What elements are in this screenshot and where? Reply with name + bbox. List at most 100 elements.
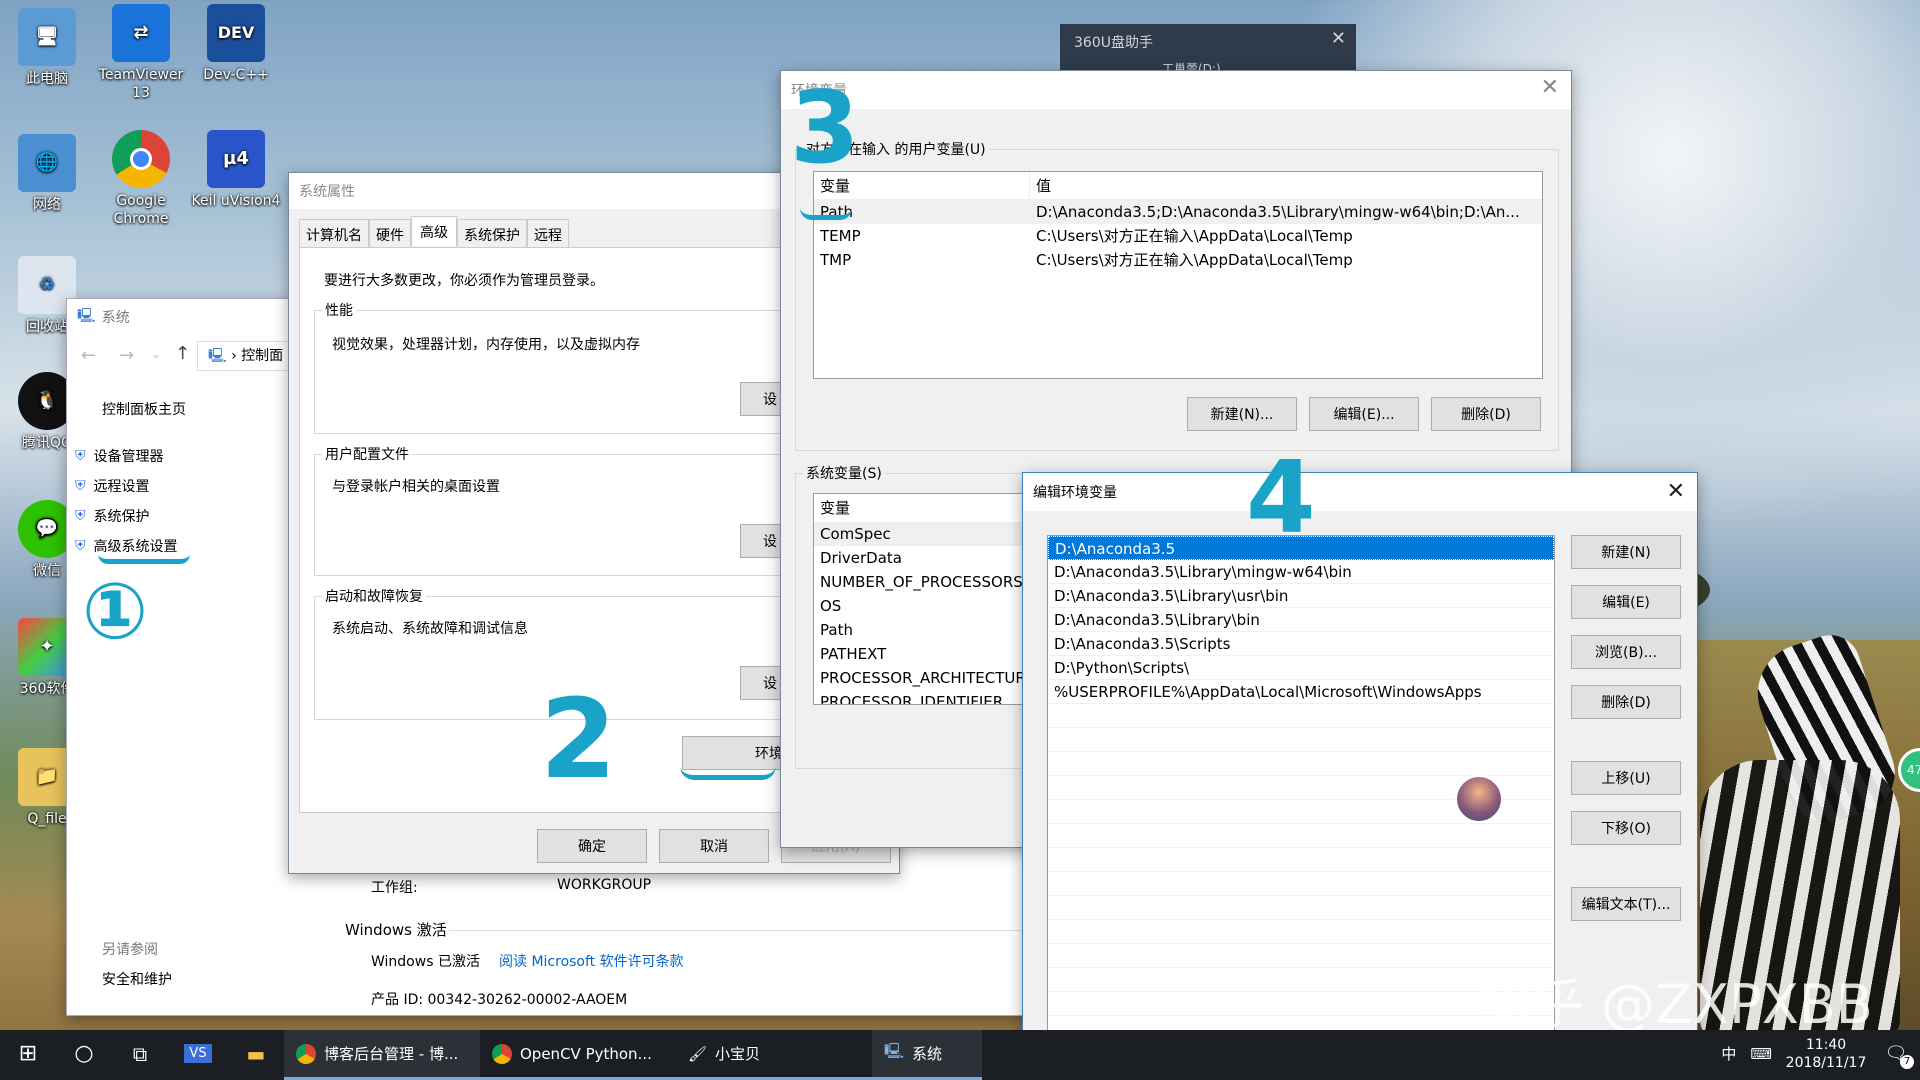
annotation-underline <box>800 208 852 220</box>
taskbar-item-label: 小宝贝 <box>715 1045 761 1063</box>
task-view-button[interactable]: ⧉ <box>112 1030 168 1080</box>
column-header-value[interactable]: 值 <box>1030 172 1051 199</box>
user-delete-button[interactable]: 删除(D) <box>1431 397 1541 431</box>
clock-date: 2018/11/17 <box>1785 1054 1867 1071</box>
clock-time: 11:40 <box>1805 1036 1847 1053</box>
up-arrow-icon[interactable]: ↑ <box>175 343 190 364</box>
network-icon: 🌐 <box>18 134 76 192</box>
start-button[interactable]: ⊞ <box>0 1030 56 1080</box>
close-icon[interactable]: ✕ <box>1331 28 1346 49</box>
sidebar-item-remote[interactable]: ⛨ 远程设置 <box>75 471 178 501</box>
taskbar-item-opencv[interactable]: OpenCV Python... <box>480 1030 676 1080</box>
forward-arrow-icon[interactable]: → <box>119 345 134 366</box>
folder-icon: ▬ <box>246 1041 266 1066</box>
list-item[interactable]: D:\Anaconda3.5\Library\usr\bin <box>1048 584 1554 608</box>
sidebar-links: ⛨ 设备管理器 ⛨ 远程设置 ⛨ 系统保护 ⛨ 高级系统设置 <box>75 441 178 561</box>
list-item[interactable]: %USERPROFILE%\AppData\Local\Microsoft\Wi… <box>1048 680 1554 704</box>
chrome-icon <box>492 1043 512 1064</box>
profile-label: 用户配置文件 <box>322 444 412 464</box>
avatar[interactable] <box>1455 775 1503 823</box>
system-title: 系统 <box>101 310 130 326</box>
ok-button[interactable]: 确定 <box>537 829 647 863</box>
shield-icon: ⛨ <box>75 538 86 554</box>
back-arrow-icon[interactable]: ← <box>81 345 96 366</box>
keil-icon: µ4 <box>207 130 265 188</box>
taskbar-item-xiaobaobei[interactable]: 🖌 小宝贝 <box>676 1030 872 1080</box>
popup-360[interactable]: 360U盘助手 ✕ 工巢蕾(D:) <box>1060 24 1356 76</box>
desktop-icon-label: 腾讯QQ <box>21 435 73 451</box>
annotation-step-1: ① <box>82 567 149 657</box>
annotation-step-2: 2 <box>540 675 617 803</box>
desktop-icon-label: Keil uVision4 <box>191 193 281 209</box>
annotation-underline <box>98 554 190 564</box>
move-up-button[interactable]: 上移(U) <box>1571 761 1681 795</box>
var-value: C:\Users\对方正在输入\AppData\Local\Temp <box>1036 251 1353 269</box>
chrome-icon <box>296 1043 316 1064</box>
user-vars-list[interactable]: 变量 值 Path D:\Anaconda3.5;D:\Anaconda3.5\L… <box>813 171 1543 379</box>
action-center-button[interactable]: 🗨 7 <box>1872 1030 1920 1080</box>
desktop-icon-devcpp[interactable]: DEV Dev-C++ <box>186 4 286 84</box>
tab-advanced[interactable]: 高级 <box>411 216 457 246</box>
vs-taskbar-button[interactable]: VS <box>168 1030 228 1080</box>
chrome-icon <box>112 130 170 188</box>
monitor-icon: 🖳 <box>884 1042 905 1060</box>
teamviewer-icon: ⇄ <box>112 4 170 62</box>
desktop-icon-this-pc[interactable]: 🖥 此电脑 <box>0 8 97 88</box>
desktop-icon-network[interactable]: 🌐 网络 <box>0 134 97 214</box>
entry-edit-button[interactable]: 编辑(E) <box>1571 585 1681 619</box>
taskbar-item-blog[interactable]: 博客后台管理 - 博... <box>284 1030 480 1080</box>
taskbar-item-label: OpenCV Python... <box>520 1044 652 1063</box>
var-value: D:\Anaconda3.5;D:\Anaconda3.5\Library\mi… <box>1036 203 1520 221</box>
desktop-icon-label: 回收站 <box>26 319 68 335</box>
list-item[interactable]: D:\Python\Scripts\ <box>1048 656 1554 680</box>
entry-browse-button[interactable]: 浏览(B)... <box>1571 635 1681 669</box>
edit-text-button[interactable]: 编辑文本(T)... <box>1571 887 1681 921</box>
list-item[interactable]: D:\Anaconda3.5\Scripts <box>1048 632 1554 656</box>
desktop-icon-teamviewer[interactable]: ⇄ TeamViewer 13 <box>91 4 191 102</box>
sidebar-item-protection[interactable]: ⛨ 系统保护 <box>75 501 178 531</box>
security-link[interactable]: 安全和维护 <box>102 969 172 989</box>
visual-studio-icon: VS <box>184 1044 212 1063</box>
entry-delete-button[interactable]: 删除(D) <box>1571 685 1681 719</box>
search-button[interactable]: ○ <box>56 1030 112 1080</box>
close-icon[interactable]: ✕ <box>1541 75 1559 100</box>
desktop-icon-label: TeamViewer 13 <box>98 67 184 101</box>
input-icon[interactable]: ⌨ <box>1742 1030 1780 1080</box>
chevron-down-icon[interactable]: ⌄ <box>151 347 161 361</box>
user-new-button[interactable]: 新建(N)... <box>1187 397 1297 431</box>
table-row[interactable]: TMP C:\Users\对方正在输入\AppData\Local\Temp <box>814 248 1542 272</box>
devcpp-icon: DEV <box>207 4 265 62</box>
entry-new-button[interactable]: 新建(N) <box>1571 535 1681 569</box>
popup-360-title: 360U盘助手 <box>1074 35 1153 51</box>
control-panel-home-link[interactable]: 控制面板主页 <box>102 399 186 419</box>
close-icon[interactable]: ✕ <box>1667 479 1685 504</box>
annotation-step-3: 3 <box>790 69 860 186</box>
table-row[interactable]: Path D:\Anaconda3.5;D:\Anaconda3.5\Librar… <box>814 200 1542 224</box>
list-header: 变量 值 <box>814 172 1542 200</box>
column-header-variable[interactable]: 变量 <box>820 499 850 517</box>
table-row[interactable]: TEMP C:\Users\对方正在输入\AppData\Local\Temp <box>814 224 1542 248</box>
desktop-icon-chrome[interactable]: Google Chrome <box>91 130 191 228</box>
list-item[interactable]: D:\Anaconda3.5\Library\bin <box>1048 608 1554 632</box>
desktop-icon-keil[interactable]: µ4 Keil uVision4 <box>186 130 286 210</box>
list-item[interactable]: D:\Anaconda3.5\Library\mingw-w64\bin <box>1048 560 1554 584</box>
sidebar-item-label: 高级系统设置 <box>93 539 178 555</box>
explorer-taskbar-button[interactable]: ▬ <box>228 1030 284 1080</box>
clock[interactable]: 11:40 2018/11/17 <box>1780 1030 1872 1080</box>
system-vars-label: 系统变量(S) <box>803 463 885 483</box>
ime-indicator[interactable]: 中 <box>1715 1030 1742 1080</box>
sidebar-item-label: 系统保护 <box>93 509 150 525</box>
user-edit-button[interactable]: 编辑(E)... <box>1309 397 1419 431</box>
license-terms-link[interactable]: 阅读 Microsoft 软件许可条款 <box>499 951 684 971</box>
shield-icon: ⛨ <box>75 448 86 464</box>
monitor-icon: 🖳 <box>208 348 227 364</box>
editenv-titlebar: 编辑环境变量 <box>1023 473 1697 511</box>
taskbar-item-system[interactable]: 🖳 系统 <box>872 1030 982 1080</box>
sidebar-item-device-manager[interactable]: ⛨ 设备管理器 <box>75 441 178 471</box>
move-down-button[interactable]: 下移(O) <box>1571 811 1681 845</box>
desktop-icon-label: 此电脑 <box>26 71 68 87</box>
performance-desc: 视觉效果，处理器计划，内存使用，以及虚拟内存 <box>332 337 640 353</box>
cancel-button[interactable]: 取消 <box>659 829 769 863</box>
workgroup-value: WORKGROUP <box>557 877 652 893</box>
sysprops-title: 系统属性 <box>299 184 355 200</box>
